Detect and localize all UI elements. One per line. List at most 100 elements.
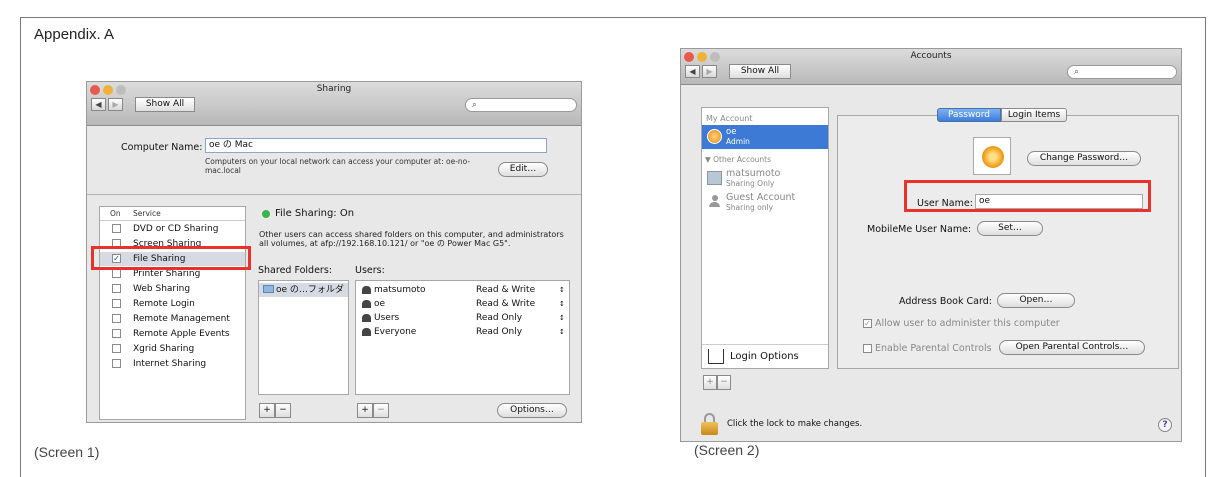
service-row[interactable]: Remote Management: [100, 312, 245, 326]
window-title: Accounts: [910, 51, 952, 61]
address-book-label: Address Book Card:: [899, 296, 992, 307]
service-checkbox[interactable]: [112, 284, 121, 293]
users-label: Users:: [355, 265, 385, 276]
appendix-label: Appendix. A: [34, 26, 115, 43]
show-all-button[interactable]: Show All: [135, 97, 195, 112]
login-options-item[interactable]: Login Options: [702, 344, 828, 368]
user-permission[interactable]: Read Only: [476, 325, 522, 339]
service-name: Remote Login: [133, 299, 195, 309]
users-list: matsumoto Read & Write ↕ oe Read & Write ↕ Use…: [355, 280, 570, 395]
service-checkbox[interactable]: [112, 314, 121, 323]
add-user-button[interactable]: +: [357, 403, 373, 418]
user-permission[interactable]: Read & Write: [476, 297, 535, 311]
add-account-button[interactable]: +: [703, 375, 717, 390]
user-row[interactable]: oe Read & Write ↕: [356, 297, 569, 311]
open-address-button[interactable]: Open…: [997, 293, 1075, 308]
flower-icon: [982, 146, 1004, 168]
file-sharing-highlight: [91, 246, 251, 270]
forward-button[interactable]: ▶: [702, 65, 717, 78]
change-password-button[interactable]: Change Password…: [1027, 151, 1141, 166]
service-row[interactable]: Remote Apple Events: [100, 327, 245, 341]
person-icon: [362, 286, 371, 294]
service-name: Web Sharing: [133, 284, 191, 294]
divider: [87, 194, 581, 195]
search-icon: ⌕: [1074, 67, 1080, 77]
search-field[interactable]: ⌕: [465, 98, 577, 112]
service-name: Xgrid Sharing: [133, 344, 195, 354]
user-row[interactable]: Users Read Only ↕: [356, 311, 569, 325]
folder-name: oe の…フォルダ: [276, 285, 344, 295]
back-button[interactable]: ◀: [685, 65, 700, 78]
account-matsumoto[interactable]: matsumoto Sharing Only: [702, 168, 828, 190]
show-all-button[interactable]: Show All: [729, 64, 791, 79]
group-icon: [362, 328, 371, 336]
desc-line2: all volumes, at afp://192.168.10.121/ or…: [259, 239, 511, 248]
account-guest[interactable]: Guest Account Sharing only: [702, 192, 828, 214]
service-row[interactable]: DVD or CD Sharing: [100, 222, 245, 236]
sharing-toolbar: Sharing ◀ ▶ Show All ⌕: [87, 82, 581, 126]
shared-folders-list: oe の…フォルダ: [258, 280, 349, 395]
computer-name-field[interactable]: oe の Mac: [205, 138, 547, 153]
service-name: Remote Apple Events: [133, 329, 230, 339]
other-accounts-header: ▼ Other Accounts: [705, 155, 772, 164]
user-row[interactable]: Everyone Read Only ↕: [356, 325, 569, 339]
account-role: Sharing Only: [726, 179, 775, 188]
cn-desc-line1: Computers on your local network can acce…: [205, 157, 471, 166]
remove-account-button[interactable]: −: [717, 375, 731, 390]
desc-line1: Other users can access shared folders on…: [259, 230, 564, 239]
user-picture[interactable]: [973, 137, 1011, 175]
service-checkbox[interactable]: [112, 269, 121, 278]
edit-button[interactable]: Edit…: [498, 162, 548, 177]
computer-name-label: Computer Name:: [121, 142, 203, 153]
open-parental-controls-button[interactable]: Open Parental Controls…: [999, 340, 1145, 355]
service-row[interactable]: Xgrid Sharing: [100, 342, 245, 356]
remove-folder-button[interactable]: −: [275, 403, 291, 418]
user-permission[interactable]: Read & Write: [476, 283, 535, 297]
help-button[interactable]: ?: [1158, 418, 1172, 432]
account-role: Sharing only: [726, 203, 774, 212]
service-checkbox[interactable]: [112, 344, 121, 353]
account-role: Admin: [726, 137, 750, 146]
popup-arrows-icon[interactable]: ↕: [559, 283, 565, 297]
user-name: matsumoto: [374, 285, 426, 295]
service-row[interactable]: Internet Sharing: [100, 357, 245, 371]
search-field[interactable]: ⌕: [1067, 65, 1177, 79]
user-name-highlight: [904, 180, 1151, 212]
parental-controls-checkbox[interactable]: [863, 344, 872, 353]
user-name: Everyone: [374, 327, 417, 337]
avatar: [707, 129, 722, 144]
remove-user-button[interactable]: −: [373, 403, 389, 418]
service-row[interactable]: Web Sharing: [100, 282, 245, 296]
service-row[interactable]: Remote Login: [100, 297, 245, 311]
account-name: matsumoto: [726, 168, 781, 179]
back-button[interactable]: ◀: [91, 98, 106, 111]
lock-icon[interactable]: [701, 413, 718, 435]
set-button[interactable]: Set…: [977, 221, 1043, 236]
service-name: Remote Management: [133, 314, 230, 324]
popup-arrows-icon[interactable]: ↕: [559, 325, 565, 339]
tab-password[interactable]: Password: [937, 108, 1001, 122]
house-icon: [708, 349, 724, 364]
group-icon: [362, 314, 371, 322]
mobileme-label: MobileMe User Name:: [867, 224, 972, 235]
tab-login-items[interactable]: Login Items: [1001, 108, 1067, 122]
popup-arrows-icon[interactable]: ↕: [559, 311, 565, 325]
user-permission[interactable]: Read Only: [476, 311, 522, 325]
service-checkbox[interactable]: [112, 224, 121, 233]
options-button[interactable]: Options…: [497, 403, 567, 418]
shared-folder-row[interactable]: oe の…フォルダ: [259, 283, 348, 297]
caption-screen-1: (Screen 1): [34, 444, 100, 460]
add-folder-button[interactable]: +: [259, 403, 275, 418]
computer-name-desc: Computers on your local network can acce…: [205, 157, 470, 175]
popup-arrows-icon[interactable]: ↕: [559, 297, 565, 311]
allow-admin-label: Allow user to administer this computer: [875, 318, 1060, 329]
allow-admin-checkbox[interactable]: ✓: [863, 319, 872, 328]
user-row[interactable]: matsumoto Read & Write ↕: [356, 283, 569, 297]
folder-icon: [263, 285, 274, 293]
service-checkbox[interactable]: [112, 299, 121, 308]
service-checkbox[interactable]: [112, 359, 121, 368]
service-checkbox[interactable]: [112, 329, 121, 338]
account-oe[interactable]: oe Admin: [702, 125, 828, 149]
forward-button[interactable]: ▶: [108, 98, 123, 111]
parental-controls-label: Enable Parental Controls: [875, 343, 992, 354]
